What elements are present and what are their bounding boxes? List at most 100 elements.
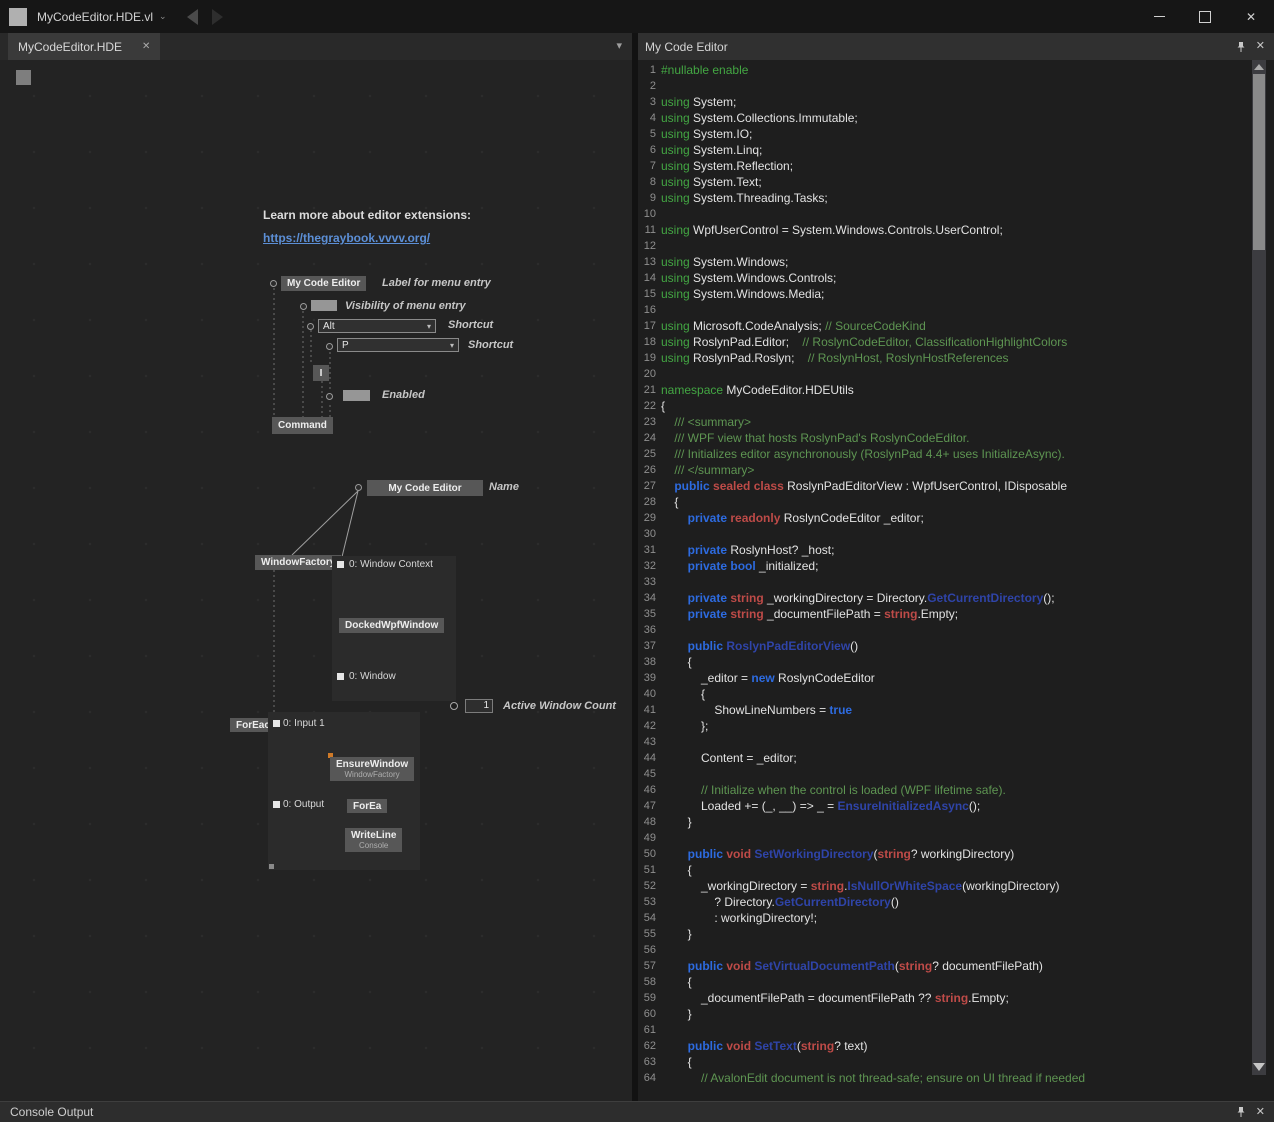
code-line[interactable]: 51 { [638, 862, 1250, 878]
code-line[interactable]: 30 [638, 526, 1250, 542]
code-line[interactable]: 1#nullable enable [638, 62, 1250, 78]
panel-close-icon[interactable]: ✕ [1256, 1107, 1265, 1118]
code-line[interactable]: 19using RoslynPad.Roslyn; // RoslynHost,… [638, 350, 1250, 366]
pin[interactable] [307, 323, 314, 330]
code-line[interactable]: 17using Microsoft.CodeAnalysis; // Sourc… [638, 318, 1250, 334]
panel-close-icon[interactable]: ✕ [1256, 41, 1265, 52]
help-link[interactable]: https://thegraybook.vvvv.org/ [263, 231, 430, 245]
code-line[interactable]: 52 _workingDirectory = string.IsNullOrWh… [638, 878, 1250, 894]
code-line[interactable]: 47 Loaded += (_, __) => _ = EnsureInitia… [638, 798, 1250, 814]
code-line[interactable]: 41 ShowLineNumbers = true [638, 702, 1250, 718]
code-line[interactable]: 2 [638, 78, 1250, 94]
code-line[interactable]: 59 _documentFilePath = documentFilePath … [638, 990, 1250, 1006]
code-line[interactable]: 24 /// WPF view that hosts RoslynPad's R… [638, 430, 1250, 446]
code-line[interactable]: 44 Content = _editor; [638, 750, 1250, 766]
pin-icon[interactable] [1235, 1106, 1247, 1118]
code-line[interactable]: 25 /// Initializes editor asynchronously… [638, 446, 1250, 462]
region-input-pin[interactable] [337, 561, 344, 568]
code-line[interactable]: 39 _editor = new RoslynCodeEditor [638, 670, 1250, 686]
maximize-button[interactable] [1182, 0, 1228, 33]
back-icon[interactable] [187, 9, 198, 25]
forward-icon[interactable] [212, 9, 223, 25]
pin[interactable] [300, 303, 307, 310]
pin[interactable] [355, 484, 362, 491]
minimize-button[interactable] [1136, 0, 1182, 33]
code-line[interactable]: 3using System; [638, 94, 1250, 110]
code-line[interactable]: 23 /// <summary> [638, 414, 1250, 430]
code-line[interactable]: 29 private readonly RoslynCodeEditor _ed… [638, 510, 1250, 526]
code-line[interactable]: 34 private string _workingDirectory = Di… [638, 590, 1250, 606]
code-line[interactable]: 45 [638, 766, 1250, 782]
tab-mycodeeditor[interactable]: MyCodeEditor.HDE ✕ [8, 33, 160, 60]
region-bottom-pin[interactable] [269, 864, 274, 869]
region-foreach[interactable]: 0: Input 1 EnsureWindow WindowFactory 0:… [268, 712, 420, 870]
code-line[interactable]: 35 private string _documentFilePath = st… [638, 606, 1250, 622]
code-line[interactable]: 18using RoslynPad.Editor; // RoslynCodeE… [638, 334, 1250, 350]
pin[interactable] [326, 343, 333, 350]
code-line[interactable]: 20 [638, 366, 1250, 382]
node-my-code-editor-name[interactable]: My Code Editor [367, 480, 483, 496]
code-line[interactable]: 63 { [638, 1054, 1250, 1070]
node-my-code-editor-menu[interactable]: My Code Editor [281, 276, 366, 291]
code-line[interactable]: 6using System.Linq; [638, 142, 1250, 158]
code-line[interactable]: 60 } [638, 1006, 1250, 1022]
iobox-visibility[interactable] [311, 300, 337, 311]
code-line[interactable]: 57 public void SetVirtualDocumentPath(st… [638, 958, 1250, 974]
code-line[interactable]: 14using System.Windows.Controls; [638, 270, 1250, 286]
close-button[interactable]: ✕ [1228, 0, 1274, 33]
region-window-context[interactable]: 0: Window Context DockedWpfWindow 0: Win… [332, 556, 456, 701]
code-line[interactable]: 32 private bool _initialized; [638, 558, 1250, 574]
region-output-pin[interactable] [337, 673, 344, 680]
code-line[interactable]: 53 ? Directory.GetCurrentDirectory() [638, 894, 1250, 910]
node-command[interactable]: Command [272, 417, 333, 434]
pin[interactable] [270, 280, 277, 287]
code-line[interactable]: 42 }; [638, 718, 1250, 734]
node-ensure-window[interactable]: EnsureWindow WindowFactory [330, 757, 414, 781]
code-line[interactable]: 7using System.Reflection; [638, 158, 1250, 174]
code-line[interactable]: 55 } [638, 926, 1250, 942]
code-line[interactable]: 40 { [638, 686, 1250, 702]
code-line[interactable]: 62 public void SetText(string? text) [638, 1038, 1250, 1054]
vertical-scrollbar[interactable] [1252, 60, 1266, 1075]
iobox-enabled[interactable] [343, 390, 370, 401]
scrollbar-thumb[interactable] [1253, 74, 1265, 250]
code-line[interactable]: 5using System.IO; [638, 126, 1250, 142]
code-line[interactable]: 58 { [638, 974, 1250, 990]
title-dropdown-icon[interactable]: ⌄ [159, 11, 167, 22]
code-editor-body[interactable]: 1#nullable enable23using System;4using S… [638, 60, 1274, 1101]
code-line[interactable]: 64 // AvalonEdit document is not thread-… [638, 1070, 1250, 1086]
tab-list-dropdown-icon[interactable]: ▾ [616, 39, 622, 52]
pin[interactable] [450, 702, 458, 710]
scroll-down-icon[interactable] [1253, 1063, 1265, 1071]
patch-canvas[interactable]: Learn more about editor extensions: http… [0, 60, 632, 1101]
code-line[interactable]: 33 [638, 574, 1250, 590]
code-line[interactable]: 38 { [638, 654, 1250, 670]
scroll-up-icon[interactable] [1254, 64, 1264, 70]
code-line[interactable]: 9using System.Threading.Tasks; [638, 190, 1250, 206]
code-line[interactable]: 49 [638, 830, 1250, 846]
code-lines[interactable]: 1#nullable enable23using System;4using S… [638, 62, 1250, 1086]
region-output-pin[interactable] [273, 801, 280, 808]
code-line[interactable]: 28 { [638, 494, 1250, 510]
pin[interactable] [326, 393, 333, 400]
code-line[interactable]: 50 public void SetWorkingDirectory(strin… [638, 846, 1250, 862]
code-line[interactable]: 46 // Initialize when the control is loa… [638, 782, 1250, 798]
code-line[interactable]: 22{ [638, 398, 1250, 414]
node-docked-wpf-window[interactable]: DockedWpfWindow [339, 618, 444, 633]
pin-icon[interactable] [1235, 41, 1247, 53]
iobox-active-window-count[interactable]: 1 [465, 699, 493, 713]
code-line[interactable]: 27 public sealed class RoslynPadEditorVi… [638, 478, 1250, 494]
code-line[interactable]: 13using System.Windows; [638, 254, 1250, 270]
node-writeline[interactable]: WriteLine Console [345, 828, 402, 852]
code-line[interactable]: 21namespace MyCodeEditor.HDEUtils [638, 382, 1250, 398]
code-line[interactable]: 54 : workingDirectory!; [638, 910, 1250, 926]
code-line[interactable]: 37 public RoslynPadEditorView() [638, 638, 1250, 654]
code-line[interactable]: 36 [638, 622, 1250, 638]
dropdown-alt[interactable]: Alt ▾ [318, 319, 436, 333]
tab-close-icon[interactable]: ✕ [142, 41, 150, 52]
code-line[interactable]: 43 [638, 734, 1250, 750]
code-line[interactable]: 12 [638, 238, 1250, 254]
region-input-pin[interactable] [273, 720, 280, 727]
dropdown-p[interactable]: P ▾ [337, 338, 459, 352]
console-output-bar[interactable]: Console Output ✕ [0, 1101, 1274, 1122]
